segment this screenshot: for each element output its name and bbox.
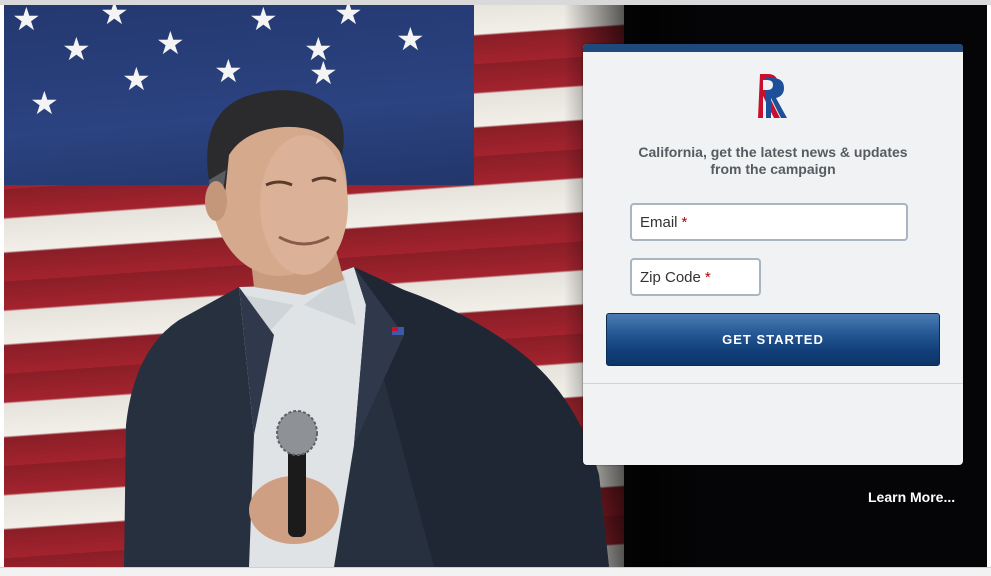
- signup-card: California, get the latest news & update…: [583, 44, 963, 465]
- romney-r-logo-icon: [758, 74, 787, 118]
- required-marker: *: [681, 213, 688, 231]
- zip-code-field[interactable]: Zip Code *: [630, 258, 761, 296]
- learn-more-link[interactable]: Learn More...: [868, 489, 955, 505]
- card-divider: [583, 383, 963, 384]
- required-marker: *: [704, 268, 711, 286]
- email-field[interactable]: Email *: [630, 203, 908, 241]
- email-placeholder: Email: [640, 213, 678, 231]
- zip-code-placeholder: Zip Code: [640, 268, 701, 286]
- card-top-bar: [583, 44, 963, 52]
- signup-headline: California, get the latest news & update…: [638, 144, 908, 177]
- get-started-button[interactable]: GET STARTED: [606, 313, 940, 366]
